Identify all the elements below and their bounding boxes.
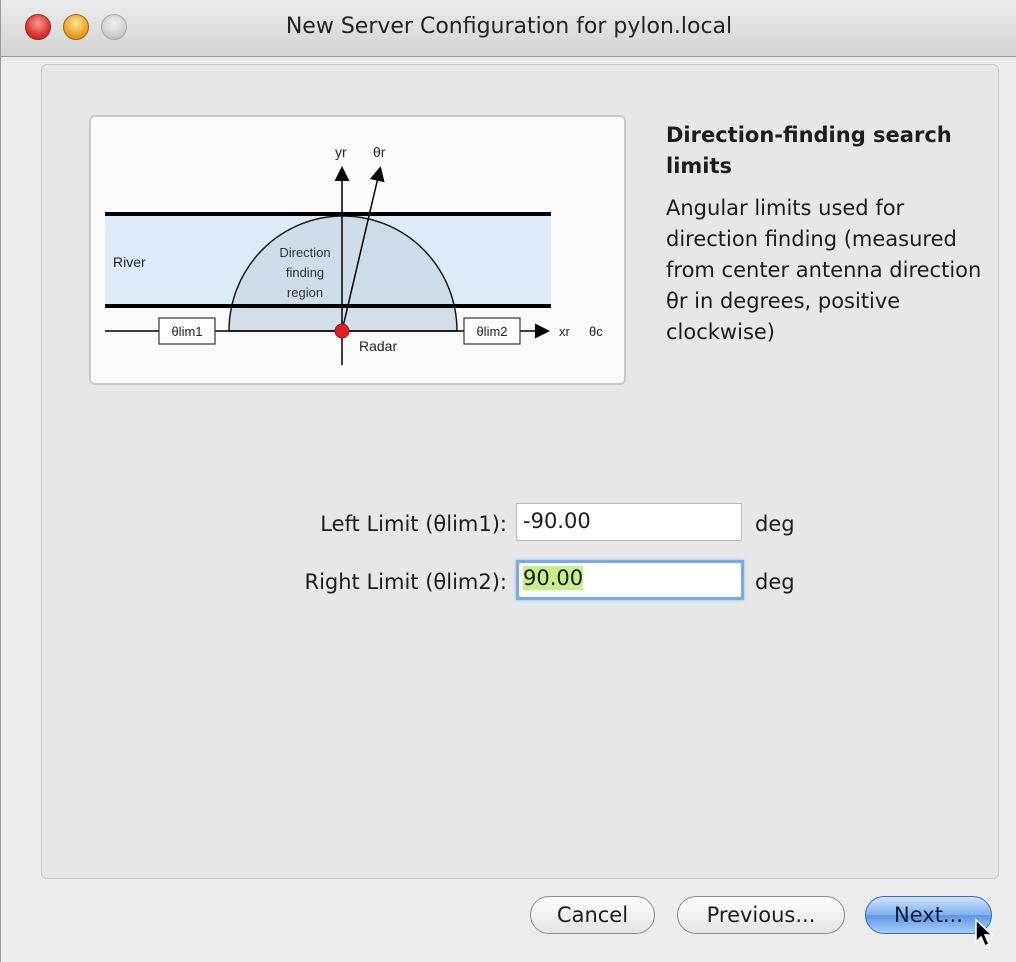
theta-c-label: θc xyxy=(589,324,603,339)
left-limit-label: Left Limit (θlim1): xyxy=(320,512,507,536)
left-limit-unit: deg xyxy=(755,512,795,536)
help-description: Angular limits used for direction findin… xyxy=(666,196,982,344)
search-limits-diagram: yr θr River Direction finding region θli… xyxy=(89,115,626,385)
right-limit-unit: deg xyxy=(755,570,795,594)
right-limit-label: Right Limit (θlim2): xyxy=(304,570,507,594)
window-title: New Server Configuration for pylon.local xyxy=(285,14,733,39)
previous-button[interactable]: Previous... xyxy=(677,896,845,934)
left-limit-field[interactable]: -90.00 xyxy=(516,503,742,541)
region-label-line1: Direction xyxy=(279,245,330,260)
radar-label: Radar xyxy=(359,338,397,354)
cancel-button[interactable]: Cancel xyxy=(530,896,655,934)
mouse-pointer-icon xyxy=(975,918,994,948)
radar-dot xyxy=(334,323,350,339)
wizard-window: New Server Configuration for pylon.local xyxy=(0,0,1016,962)
region-label-line2: finding xyxy=(286,265,324,280)
lim2-label: θlim2 xyxy=(476,324,507,339)
xr-label: xr xyxy=(559,324,571,339)
right-limit-selected-text: 90.00 xyxy=(523,566,584,590)
help-title: Direction-finding search limits xyxy=(666,123,952,178)
next-button[interactable]: Next... xyxy=(865,896,992,934)
title-bar[interactable]: New Server Configuration for pylon.local xyxy=(1,0,1016,57)
lim1-label: θlim1 xyxy=(171,324,202,339)
region-label-line3: region xyxy=(287,285,323,300)
theta-r-label: θr xyxy=(373,144,386,160)
right-limit-field[interactable]: 90.00 xyxy=(516,560,744,600)
yr-label: yr xyxy=(335,144,347,160)
river-label: River xyxy=(113,254,146,270)
